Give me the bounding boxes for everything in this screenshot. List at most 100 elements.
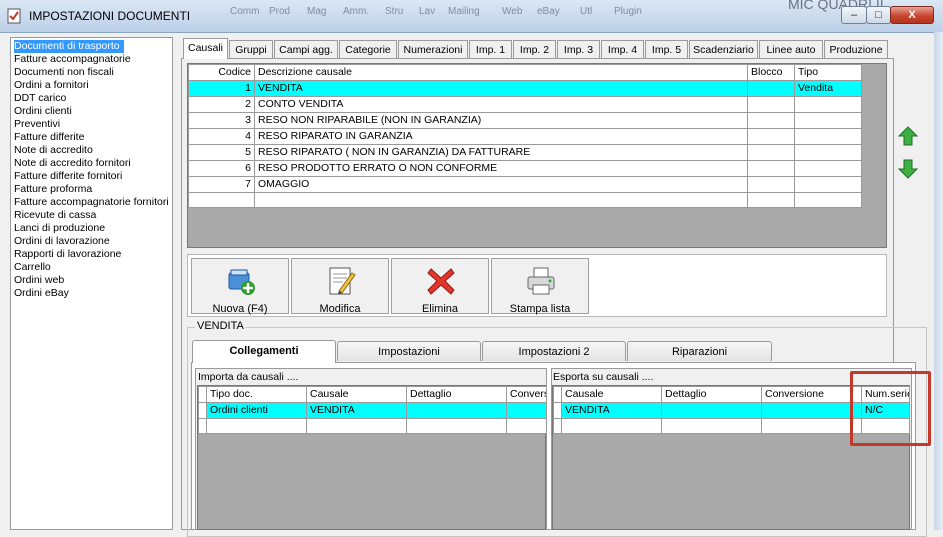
column-header-tipo[interactable]: Tipo [794, 64, 862, 81]
cell-descrizione[interactable] [254, 192, 748, 208]
maximize-button[interactable]: □ [866, 6, 891, 24]
cell-blocco[interactable] [747, 144, 795, 161]
cell-descrizione[interactable]: RESO NON RIPARABILE (NON IN GARANZIA) [254, 112, 748, 129]
document-type-item[interactable]: Ricevute di cassa [14, 209, 100, 222]
column-header-codice[interactable]: Codice [188, 64, 255, 81]
table-cell[interactable] [506, 418, 547, 434]
table-cell[interactable] [661, 418, 762, 434]
document-type-item[interactable]: Ordini a fornitori [14, 79, 93, 92]
tab-categorie[interactable]: Categorie [339, 40, 397, 58]
cell-tipo[interactable] [794, 96, 862, 113]
column-header-tipo-doc[interactable]: Tipo doc. [206, 386, 307, 403]
cell-blocco[interactable] [747, 112, 795, 129]
table-row[interactable]: 1 VENDITA Vendita [188, 80, 862, 97]
document-type-item[interactable]: DDT carico [14, 92, 70, 105]
column-header-descrizione[interactable]: Descrizione causale [254, 64, 748, 81]
cell-blocco[interactable] [747, 192, 795, 208]
column-header-dettaglio[interactable]: Dettaglio [661, 386, 762, 403]
table-cell[interactable] [406, 418, 507, 434]
table-cell[interactable]: Ordini clienti [206, 402, 307, 419]
causali-grid[interactable]: Codice Descrizione causale Blocco Tipo 1… [188, 64, 862, 208]
cell-codice[interactable]: 3 [188, 112, 255, 129]
cell-blocco[interactable] [747, 96, 795, 113]
cell-blocco[interactable] [747, 128, 795, 145]
edit-button[interactable]: Modifica [291, 258, 389, 315]
table-row[interactable]: 7 OMAGGIO [188, 176, 862, 193]
import-grid[interactable]: Tipo doc. Causale Dettaglio Conversione … [198, 386, 547, 434]
subtab-impostazioni[interactable]: Impostazioni [337, 341, 481, 361]
cell-codice[interactable]: 2 [188, 96, 255, 113]
tab-gruppi[interactable]: Gruppi [229, 40, 273, 58]
cell-codice[interactable]: 1 [188, 80, 255, 97]
table-cell[interactable] [761, 402, 862, 419]
document-type-item[interactable]: Note di accredito [14, 144, 97, 157]
table-cell[interactable] [406, 402, 507, 419]
cell-codice[interactable]: 6 [188, 160, 255, 177]
document-type-item[interactable]: Fatture differite fornitori [14, 170, 126, 183]
tab-imp-5[interactable]: Imp. 5 [645, 40, 688, 58]
table-row[interactable]: 6 RESO PRODOTTO ERRATO O NON CONFORME [188, 160, 862, 177]
cell-tipo[interactable] [794, 160, 862, 177]
cell-codice[interactable]: 4 [188, 128, 255, 145]
tab-scadenziario[interactable]: Scadenziario [689, 40, 758, 58]
cell-descrizione[interactable]: OMAGGIO [254, 176, 748, 193]
tab-imp-1[interactable]: Imp. 1 [469, 40, 512, 58]
document-type-item[interactable]: Fatture differite [14, 131, 88, 144]
cell-descrizione[interactable]: CONTO VENDITA [254, 96, 748, 113]
table-cell[interactable] [306, 418, 407, 434]
tab-imp-3[interactable]: Imp. 3 [557, 40, 600, 58]
column-header-causale[interactable]: Causale [561, 386, 662, 403]
move-up-button[interactable] [896, 123, 920, 148]
row-indicator[interactable] [198, 402, 207, 419]
cell-blocco[interactable] [747, 176, 795, 193]
row-indicator[interactable] [553, 418, 562, 434]
cell-descrizione[interactable]: RESO RIPARATO IN GARANZIA [254, 128, 748, 145]
cell-codice[interactable]: 5 [188, 144, 255, 161]
delete-button[interactable]: Elimina [391, 258, 489, 315]
cell-blocco[interactable] [747, 80, 795, 97]
column-header-dettaglio[interactable]: Dettaglio [406, 386, 507, 403]
table-cell[interactable]: VENDITA [561, 402, 662, 419]
document-type-item[interactable]: Lanci di produzione [14, 222, 109, 235]
document-type-item[interactable]: Preventivi [14, 118, 64, 131]
tab-imp-2[interactable]: Imp. 2 [513, 40, 556, 58]
document-type-list[interactable]: Documenti di trasporto Fatture accompagna… [10, 37, 173, 530]
table-row[interactable]: 2 CONTO VENDITA [188, 96, 862, 113]
document-type-item[interactable]: Ordini clienti [14, 105, 76, 118]
document-type-item[interactable]: Fatture accompagnatorie [14, 53, 135, 66]
subtab-riparazioni[interactable]: Riparazioni [627, 341, 772, 361]
close-button[interactable]: X [890, 6, 934, 24]
cell-tipo[interactable] [794, 128, 862, 145]
table-cell[interactable]: VENDITA [306, 402, 407, 419]
cell-descrizione[interactable]: RESO RIPARATO ( NON IN GARANZIA) DA FATT… [254, 144, 748, 161]
row-indicator[interactable] [553, 402, 562, 419]
cell-tipo[interactable]: Vendita [794, 80, 862, 97]
document-type-item[interactable]: Rapporti di lavorazione [14, 248, 125, 261]
cell-codice[interactable]: 7 [188, 176, 255, 193]
cell-tipo[interactable] [794, 112, 862, 129]
table-cell[interactable] [561, 418, 662, 434]
minimize-button[interactable]: – [841, 6, 867, 24]
document-type-item[interactable]: Note di accredito fornitori [14, 157, 135, 170]
table-row[interactable]: 4 RESO RIPARATO IN GARANZIA [188, 128, 862, 145]
document-type-item[interactable]: Carrello [14, 261, 55, 274]
column-header-conversione[interactable]: Conversione [506, 386, 547, 403]
column-header-blocco[interactable]: Blocco [747, 64, 795, 81]
cell-tipo[interactable] [794, 176, 862, 193]
cell-tipo[interactable] [794, 144, 862, 161]
cell-descrizione[interactable]: VENDITA [254, 80, 748, 97]
tab-numerazioni[interactable]: Numerazioni [398, 40, 468, 58]
cell-codice[interactable] [188, 192, 255, 208]
column-header-conversione[interactable]: Conversione [761, 386, 862, 403]
cell-tipo[interactable] [794, 192, 862, 208]
move-down-button[interactable] [896, 156, 920, 181]
table-row[interactable]: Ordini clienti VENDITA [198, 402, 547, 419]
document-type-item[interactable]: Ordini web [14, 274, 68, 287]
tab-causali[interactable]: Causali [183, 38, 228, 59]
tab-campi-agg[interactable]: Campi agg. [274, 40, 338, 58]
row-indicator[interactable] [198, 418, 207, 434]
document-type-item[interactable]: Documenti non fiscali [14, 66, 118, 79]
print-list-button[interactable]: Stampa lista [491, 258, 589, 315]
table-row[interactable]: 5 RESO RIPARATO ( NON IN GARANZIA) DA FAT… [188, 144, 862, 161]
table-cell[interactable] [206, 418, 307, 434]
